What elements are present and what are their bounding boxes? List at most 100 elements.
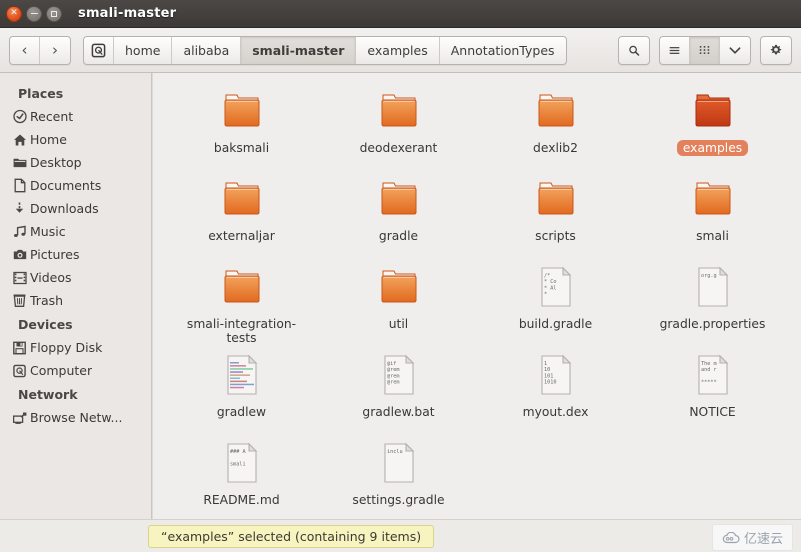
minimize-button[interactable] bbox=[26, 5, 42, 22]
sidebar-item-recent[interactable]: Recent bbox=[0, 105, 151, 128]
file-label: util bbox=[388, 317, 409, 331]
chevron-down-icon bbox=[729, 46, 741, 54]
breadcrumb-item-examples[interactable]: examples bbox=[356, 36, 440, 64]
svg-text:### A: ### A bbox=[230, 449, 246, 455]
file-item[interactable]: inclu settings.gradle bbox=[320, 433, 477, 519]
file-icon: 1101011010 bbox=[532, 351, 580, 399]
file-label: settings.gradle bbox=[352, 493, 445, 507]
sidebar-item-computer[interactable]: Computer bbox=[0, 359, 151, 382]
sidebar-item-label: Downloads bbox=[30, 201, 99, 216]
sidebar-item-downloads[interactable]: Downloads bbox=[0, 197, 151, 220]
list-view-icon bbox=[669, 46, 680, 54]
view-mode-group bbox=[659, 35, 751, 65]
sidebar-item-videos[interactable]: Videos bbox=[0, 266, 151, 289]
status-bar: “examples” selected (containing 9 items)… bbox=[0, 519, 801, 552]
sidebar-item-label: Recent bbox=[30, 109, 74, 124]
file-label: externaljar bbox=[208, 229, 275, 243]
sidebar-item-label: Browse Netw... bbox=[30, 410, 123, 425]
folder-item[interactable]: externaljar bbox=[163, 169, 320, 257]
sidebar-item-pictures[interactable]: Pictures bbox=[0, 243, 151, 266]
breadcrumb-item-alibaba[interactable]: alibaba bbox=[172, 36, 242, 64]
file-item[interactable]: gradlew bbox=[163, 345, 320, 433]
file-label: README.md bbox=[203, 493, 280, 507]
settings-button-group bbox=[760, 35, 792, 65]
forward-button[interactable]: › bbox=[40, 37, 70, 64]
breadcrumb-device-icon[interactable] bbox=[84, 36, 114, 64]
close-button[interactable]: ✕ bbox=[6, 5, 22, 22]
sidebar-item-label: Pictures bbox=[30, 247, 80, 262]
file-item[interactable]: The m and r ***** NOTICE bbox=[634, 345, 791, 433]
device-disk-icon bbox=[91, 43, 106, 57]
breadcrumb-item-annotationtypes[interactable]: AnnotationTypes bbox=[440, 37, 566, 64]
folder-icon bbox=[224, 270, 259, 303]
sidebar-item-floppy-disk[interactable]: Floppy Disk bbox=[0, 336, 151, 359]
folder-item[interactable]: smali-integration-tests bbox=[163, 257, 320, 345]
folder-icon bbox=[381, 270, 416, 303]
folder-icon bbox=[375, 175, 423, 223]
file-icon: org.g bbox=[697, 266, 728, 307]
sidebar-item-label: Desktop bbox=[30, 155, 82, 170]
list-view-button[interactable] bbox=[660, 36, 690, 64]
search-button[interactable] bbox=[619, 37, 649, 64]
floppy-disk-icon bbox=[12, 340, 27, 355]
file-icon: /* * Co * Al * bbox=[532, 263, 580, 311]
music-note-icon bbox=[12, 224, 27, 239]
file-label: gradle.properties bbox=[659, 317, 766, 331]
sidebar-item-label: Home bbox=[30, 132, 67, 147]
file-label: gradlew bbox=[216, 405, 267, 419]
file-label: build.gradle bbox=[518, 317, 593, 331]
file-list-pane[interactable]: baksmali deodexerant dexlib2 examples ex… bbox=[152, 73, 801, 519]
file-label: gradle bbox=[378, 229, 419, 243]
file-icon: ### A smali bbox=[226, 442, 257, 483]
gear-icon bbox=[770, 44, 782, 55]
clock-icon bbox=[12, 109, 27, 124]
folder-item[interactable]: dexlib2 bbox=[477, 81, 634, 169]
breadcrumb-item-smali-master[interactable]: smali-master bbox=[241, 36, 357, 64]
svg-text:10: 10 bbox=[544, 367, 550, 373]
sidebar-item-label: Videos bbox=[30, 270, 72, 285]
sidebar-item-label: Computer bbox=[30, 363, 93, 378]
maximize-button[interactable] bbox=[46, 5, 62, 22]
folder-item[interactable]: gradle bbox=[320, 169, 477, 257]
svg-text:/*: /* bbox=[544, 273, 550, 279]
file-item[interactable]: /* * Co * Al * build.gradle bbox=[477, 257, 634, 345]
folder-icon bbox=[689, 87, 737, 135]
folder-item[interactable]: util bbox=[320, 257, 477, 345]
file-icon: /* * Co * Al * bbox=[540, 266, 571, 307]
file-label: scripts bbox=[535, 229, 576, 243]
folder-item[interactable]: deodexerant bbox=[320, 81, 477, 169]
grid-view-button[interactable] bbox=[690, 36, 720, 64]
sidebar-item-desktop[interactable]: Desktop bbox=[0, 151, 151, 174]
file-icon bbox=[218, 351, 266, 399]
sidebar-item-trash[interactable]: Trash bbox=[0, 289, 151, 312]
file-label: gradlew.bat bbox=[362, 405, 435, 419]
sidebar-item-home[interactable]: Home bbox=[0, 128, 151, 151]
folder-item[interactable]: baksmali bbox=[163, 81, 320, 169]
file-icon: inclu bbox=[375, 439, 423, 487]
breadcrumb-item-home[interactable]: home bbox=[114, 36, 173, 64]
settings-button[interactable] bbox=[761, 37, 791, 64]
view-options-dropdown[interactable] bbox=[720, 37, 750, 64]
file-item[interactable]: ### A smali README.md bbox=[163, 433, 320, 519]
desktop-folder-icon bbox=[12, 155, 27, 170]
home-icon bbox=[12, 132, 27, 147]
sidebar-heading-network: Network bbox=[18, 387, 78, 402]
file-icon: @if@rem@rem@rem bbox=[375, 351, 423, 399]
file-label: myout.dex bbox=[522, 405, 589, 419]
file-item[interactable]: org.g gradle.properties bbox=[634, 257, 791, 345]
sidebar-item-browse-network[interactable]: Browse Netw... bbox=[0, 406, 151, 429]
film-icon bbox=[12, 270, 27, 285]
file-item[interactable]: @if @rem @rem @rem gradlew.bat bbox=[320, 345, 477, 433]
network-icon bbox=[12, 410, 27, 425]
svg-text:@rem: @rem bbox=[387, 373, 400, 379]
file-label: smali-integration-tests bbox=[186, 317, 297, 345]
folder-item[interactable]: scripts bbox=[477, 169, 634, 257]
sidebar-item-music[interactable]: Music bbox=[0, 220, 151, 243]
folder-item[interactable]: smali bbox=[634, 169, 791, 257]
file-item[interactable]: 1 10 101 1010 myout.dex bbox=[477, 345, 634, 433]
back-button[interactable]: ‹ bbox=[10, 36, 40, 64]
file-label: deodexerant bbox=[359, 141, 438, 155]
file-icon: @if@rem@rem@rem bbox=[383, 354, 414, 395]
folder-item[interactable]: examples bbox=[634, 81, 791, 169]
sidebar-item-documents[interactable]: Documents bbox=[0, 174, 151, 197]
